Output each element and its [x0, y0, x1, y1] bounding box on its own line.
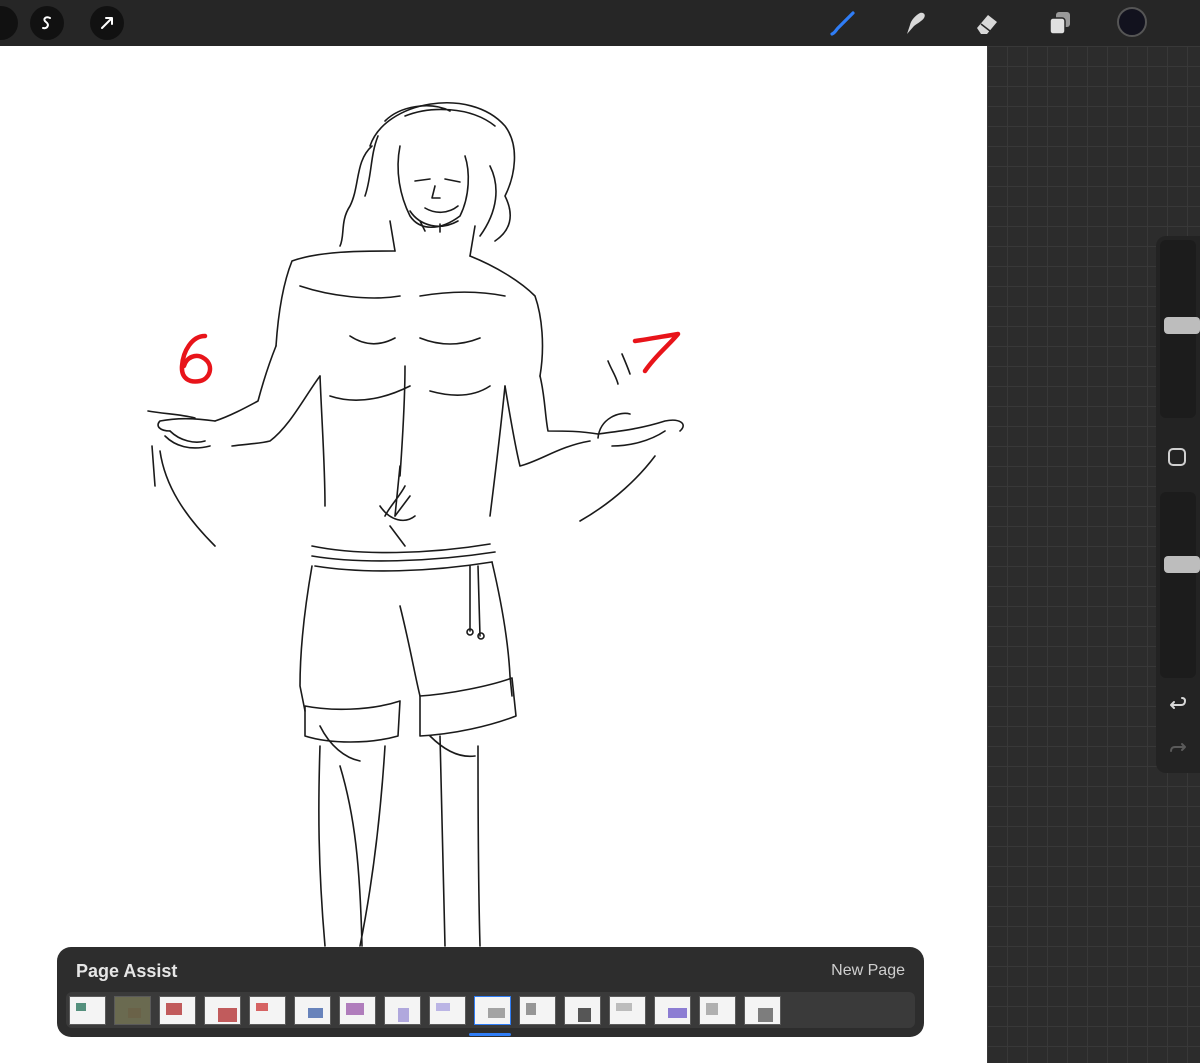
page-thumbnail-strip[interactable]	[66, 992, 915, 1028]
page-thumbnail[interactable]	[654, 996, 691, 1025]
page-assist-title: Page Assist	[76, 961, 178, 981]
color-picker-button[interactable]	[1117, 7, 1147, 37]
eraser-icon	[977, 15, 997, 34]
adjustments-button[interactable]	[0, 6, 18, 40]
page-thumbnail[interactable]	[339, 996, 376, 1025]
page-thumbnail-preview	[398, 1008, 409, 1022]
page-thumbnail[interactable]	[249, 996, 286, 1025]
page-thumbnail[interactable]	[609, 996, 646, 1025]
top-toolbar	[0, 0, 1200, 47]
selection-icon	[42, 16, 51, 30]
page-thumbnail[interactable]	[159, 996, 196, 1025]
page-thumbnail-preview	[128, 1008, 141, 1018]
brush-size-slider[interactable]	[1160, 240, 1200, 418]
page-thumbnail-preview	[436, 1003, 450, 1011]
layers-icon	[1049, 12, 1070, 35]
brush-size-slider-thumb[interactable]	[1164, 317, 1200, 334]
sketch-artwork	[147, 102, 684, 947]
page-thumbnail[interactable]	[744, 996, 781, 1025]
page-thumbnail-preview	[346, 1003, 364, 1015]
page-thumbnail-preview	[578, 1008, 591, 1022]
current-page-indicator	[469, 1033, 511, 1036]
transform-button[interactable]	[90, 6, 124, 40]
page-thumbnail[interactable]	[429, 996, 466, 1025]
page-thumbnail-preview	[308, 1008, 323, 1018]
transform-icon	[101, 17, 113, 29]
page-assist-panel: Page Assist New Page	[57, 947, 924, 1037]
page-thumbnail-preview	[668, 1008, 687, 1018]
smudge-icon	[907, 12, 925, 34]
modify-button[interactable]	[1168, 448, 1186, 466]
brush-icon	[830, 11, 855, 36]
page-thumbnail[interactable]	[114, 996, 151, 1025]
undo-icon	[1170, 697, 1186, 709]
eraser-tool-button[interactable]	[970, 7, 1004, 39]
page-thumbnail-preview	[758, 1008, 773, 1022]
undo-button[interactable]	[1164, 692, 1192, 716]
new-page-button[interactable]: New Page	[831, 962, 905, 980]
page-thumbnail[interactable]	[474, 996, 511, 1025]
smudge-tool-button[interactable]	[898, 7, 932, 39]
redo-button[interactable]	[1164, 734, 1192, 758]
redo-icon	[1170, 743, 1186, 752]
sidebar	[1156, 236, 1200, 773]
page-thumbnail[interactable]	[384, 996, 421, 1025]
selection-button[interactable]	[30, 6, 64, 40]
brush-tool-button[interactable]	[826, 7, 860, 39]
opacity-slider[interactable]	[1160, 492, 1200, 678]
page-thumbnail-preview	[76, 1003, 86, 1011]
layers-button[interactable]	[1043, 7, 1077, 39]
page-thumbnail[interactable]	[519, 996, 556, 1025]
opacity-slider-thumb[interactable]	[1164, 556, 1200, 573]
page-thumbnail-preview	[256, 1003, 268, 1011]
page-thumbnail[interactable]	[69, 996, 106, 1025]
page-thumbnail-preview	[166, 1003, 182, 1015]
page-thumbnail[interactable]	[564, 996, 601, 1025]
page-thumbnail[interactable]	[294, 996, 331, 1025]
page-thumbnail-preview	[488, 1008, 505, 1018]
page-thumbnail-preview	[616, 1003, 632, 1011]
drawing-canvas[interactable]	[0, 46, 987, 1063]
page-thumbnail-preview	[526, 1003, 536, 1015]
page-thumbnail[interactable]	[699, 996, 736, 1025]
page-thumbnail[interactable]	[204, 996, 241, 1025]
page-thumbnail-preview	[706, 1003, 718, 1015]
page-thumbnail-preview	[218, 1008, 237, 1022]
